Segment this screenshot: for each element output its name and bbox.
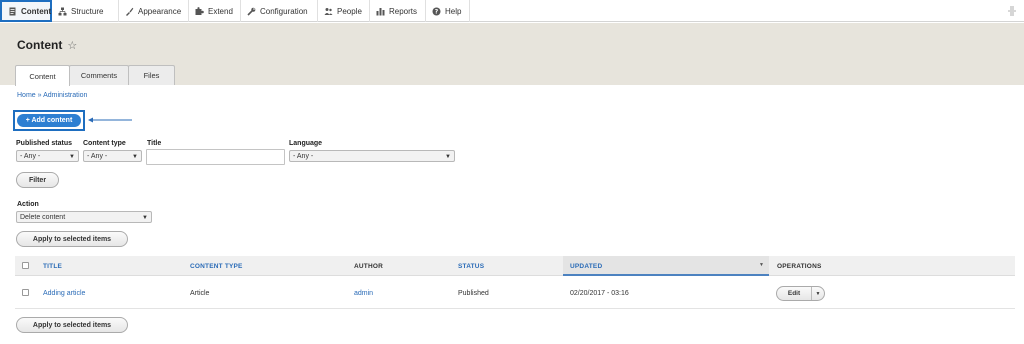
toggle-orientation-icon[interactable] (1006, 5, 1018, 17)
th-author: AUTHOR (354, 263, 384, 270)
toolbar-label: Content (21, 6, 52, 16)
add-content-highlight: + Add content (13, 110, 85, 131)
apply-selected-button-top[interactable]: Apply to selected items (16, 231, 128, 247)
toolbar-item-reports[interactable]: Reports (370, 0, 426, 22)
chevron-down-icon[interactable]: ▼ (812, 287, 824, 300)
configuration-icon (247, 7, 256, 16)
tab-files[interactable]: Files (128, 65, 175, 85)
published-status-label: Published status (16, 140, 73, 147)
cell-author[interactable]: admin (354, 290, 373, 297)
cell-content-type: Article (190, 290, 210, 297)
toolbar-item-configuration[interactable]: Configuration (241, 0, 318, 22)
toolbar-item-help[interactable]: ? Help (426, 0, 470, 22)
admin-toolbar: Content Structure Appearance Extend Conf… (0, 0, 1024, 22)
page-title: Content ☆ (17, 38, 77, 52)
title-label: Title (147, 140, 162, 147)
sort-desc-icon[interactable]: ▼ (759, 262, 764, 268)
table-header (15, 256, 1015, 276)
breadcrumb[interactable]: Home » Administration (17, 92, 87, 99)
table-row (15, 277, 1015, 309)
th-operations: OPERATIONS (777, 263, 822, 270)
structure-icon (58, 7, 67, 16)
page-title-text: Content (17, 38, 63, 52)
extend-icon (195, 6, 204, 16)
arrow-icon (88, 117, 132, 123)
chevron-down-icon: ▼ (69, 154, 75, 160)
toolbar-item-content[interactable]: Content (0, 0, 52, 22)
toolbar-label: Appearance (138, 6, 182, 16)
chevron-down-icon: ▼ (445, 154, 451, 160)
th-status[interactable]: STATUS (458, 263, 484, 270)
th-content-type[interactable]: CONTENT TYPE (190, 263, 243, 270)
toolbar-label: Extend (208, 6, 233, 16)
published-status-select[interactable]: - Any - ▼ (16, 150, 79, 162)
content-type-value: - Any - (87, 152, 108, 160)
reports-icon (376, 7, 385, 16)
content-icon (8, 7, 17, 16)
toolbar-item-people[interactable]: People (318, 0, 370, 22)
appearance-icon (125, 7, 134, 16)
star-icon[interactable]: ☆ (67, 39, 77, 52)
people-icon (324, 7, 333, 16)
language-value: - Any - (293, 152, 314, 160)
row-checkbox[interactable] (22, 289, 29, 296)
toolbar-label: Help (445, 6, 462, 16)
toolbar-label: Structure (71, 6, 104, 16)
action-select[interactable]: Delete content ▼ (16, 211, 152, 223)
tab-comments[interactable]: Comments (69, 65, 129, 85)
toolbar-item-structure[interactable]: Structure (52, 0, 119, 22)
content-type-label: Content type (83, 140, 126, 147)
primary-tabs: Content Comments Files (15, 65, 175, 86)
th-title[interactable]: TITLE (43, 263, 62, 270)
th-updated[interactable]: UPDATED (570, 263, 602, 270)
chevron-down-icon: ▼ (142, 215, 148, 221)
toolbar-item-extend[interactable]: Extend (189, 0, 241, 22)
edit-button[interactable]: Edit (777, 287, 812, 300)
select-all-checkbox[interactable] (22, 262, 29, 269)
operations-dropbutton: Edit ▼ (776, 286, 825, 301)
toolbar-item-appearance[interactable]: Appearance (119, 0, 189, 22)
toolbar-label: Reports (389, 6, 418, 16)
cell-status: Published (458, 290, 489, 297)
published-status-value: - Any - (20, 152, 41, 160)
language-label: Language (289, 140, 323, 147)
action-label: Action (17, 201, 39, 208)
help-icon: ? (432, 7, 441, 16)
toolbar-label: People (337, 6, 362, 16)
toolbar-label: Configuration (260, 6, 308, 16)
title-input[interactable] (146, 149, 285, 165)
apply-selected-button-bottom[interactable]: Apply to selected items (16, 317, 128, 333)
add-content-button[interactable]: + Add content (17, 114, 81, 127)
language-select[interactable]: - Any - ▼ (289, 150, 455, 162)
svg-text:?: ? (435, 8, 439, 15)
action-value: Delete content (20, 213, 66, 221)
cell-updated: 02/20/2017 - 03:16 (570, 290, 629, 297)
content-type-select[interactable]: - Any - ▼ (83, 150, 142, 162)
chevron-down-icon: ▼ (132, 154, 138, 160)
filter-button[interactable]: Filter (16, 172, 59, 188)
cell-title[interactable]: Adding article (43, 290, 85, 297)
tab-content[interactable]: Content (15, 65, 70, 86)
